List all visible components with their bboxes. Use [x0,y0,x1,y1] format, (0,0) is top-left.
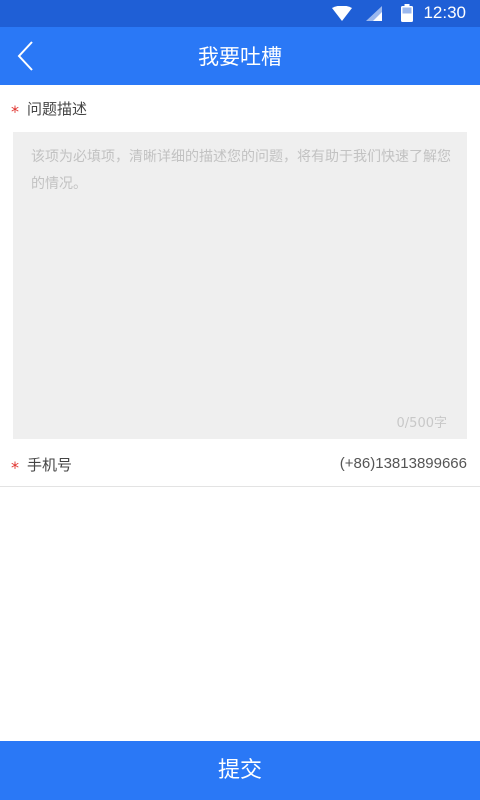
required-mark: * [11,102,19,121]
description-placeholder: 该项为必填项，清晰详细的描述您的问题，将有助于我们快速了解您的情况。 [31,149,451,192]
character-counter: 0/500字 [396,416,447,431]
status-bar: 12:30 [0,0,480,27]
app-bar: 我要吐槽 [0,27,480,85]
description-textarea[interactable]: 该项为必填项，清晰详细的描述您的问题，将有助于我们快速了解您的情况。 0/500… [13,132,467,439]
required-mark: * [11,458,19,477]
battery-icon [401,4,413,22]
phone-row[interactable]: * 手机号 (+86)13813899666 [0,447,480,487]
phone-label: 手机号 [27,456,73,474]
status-time: 12:30 [423,3,466,22]
description-label: 问题描述 [27,100,88,118]
phone-value: (+86)13813899666 [339,455,467,472]
signal-icon [366,6,382,21]
description-label-row: * 问题描述 [0,96,480,126]
wifi-icon [332,6,352,21]
page-title: 我要吐槽 [198,45,282,69]
submit-button[interactable]: 提交 [0,741,480,800]
